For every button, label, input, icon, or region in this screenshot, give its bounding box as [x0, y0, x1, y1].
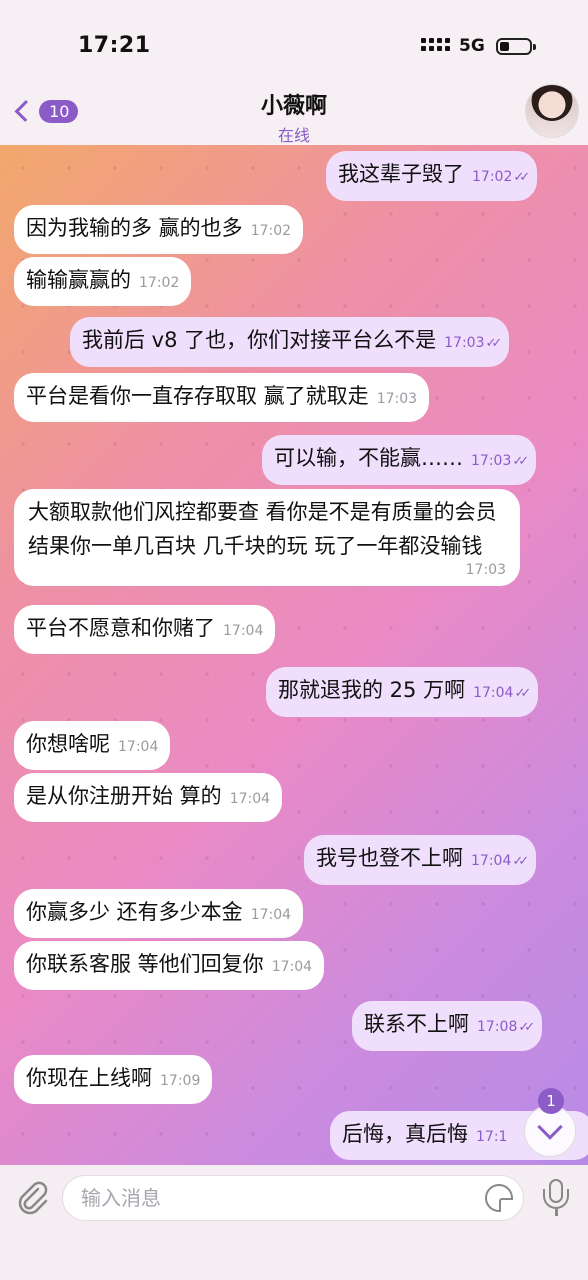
- message-bubble[interactable]: 我前后 v8 了也，你们对接平台么不是 17:03✓✓: [70, 317, 510, 367]
- message-time: 17:03: [471, 453, 512, 469]
- message-text: 你联系客服 等他们回复你: [26, 952, 264, 976]
- message-bubble[interactable]: 大额取款他们风控都要查 看你是不是有质量的会员 结果你一单几百块 几千块的玩 玩…: [14, 489, 520, 586]
- message-text: 输输赢赢的: [26, 268, 131, 292]
- mic-icon[interactable]: [540, 1177, 572, 1219]
- message-text: 我前后 v8 了也，你们对接平台么不是: [82, 328, 437, 352]
- message-bubble[interactable]: 平台不愿意和你赌了 17:04: [14, 605, 276, 654]
- message-text: 你想啥呢: [26, 732, 110, 756]
- message-time: 17:1: [476, 1129, 508, 1145]
- attach-icon[interactable]: [14, 1179, 50, 1215]
- read-check-icon: ✓✓: [512, 854, 529, 869]
- battery-icon: [496, 38, 536, 55]
- read-check-icon: ✓✓: [518, 1020, 535, 1035]
- message-bubble[interactable]: 你联系客服 等他们回复你 17:04: [14, 941, 325, 990]
- message-text: 那就退我的 25 万啊: [278, 678, 466, 702]
- message-text: 我这辈子毁了: [338, 162, 464, 186]
- message-text: 你现在上线啊: [26, 1066, 152, 1090]
- read-check-icon: ✓✓: [485, 336, 503, 351]
- message-text: 我号也登不上啊: [316, 846, 463, 870]
- message-time: 17:04: [118, 739, 159, 755]
- message-text: 大额取款他们风控都要查 看你是不是有质量的会员 结果你一单几百块 几千块的玩 玩…: [28, 500, 497, 558]
- message-text: 是从你注册开始 算的: [26, 784, 222, 808]
- message-time: 17:04: [471, 853, 512, 869]
- message-bubble[interactable]: 你现在上线啊 17:09: [14, 1055, 213, 1104]
- message-bubble[interactable]: 你赢多少 还有多少本金 17:04: [14, 889, 304, 938]
- contact-name: 小薇啊: [260, 94, 327, 119]
- top-bar: 17:21 5G 10 小薇啊 在线: [0, 0, 588, 145]
- message-bubble[interactable]: 平台是看你一直存存取取 赢了就取走 17:03: [14, 373, 430, 422]
- message-bubble[interactable]: 那就退我的 25 万啊 17:04✓✓: [266, 667, 539, 717]
- read-check-icon: ✓✓: [513, 170, 530, 185]
- message-time: 17:03: [444, 335, 485, 351]
- message-time: 17:08: [477, 1019, 518, 1035]
- status-time: 17:21: [78, 33, 151, 58]
- message-time: 17:04: [473, 685, 514, 701]
- signal-icon: [421, 38, 450, 51]
- message-list[interactable]: 我这辈子毁了 17:02✓✓ 因为我输的多 赢的也多 17:02 输输赢赢的 17:0…: [0, 145, 588, 1165]
- message-bubble[interactable]: 是从你注册开始 算的 17:04: [14, 773, 283, 822]
- message-time: 17:04: [271, 959, 313, 975]
- message-bubble[interactable]: 可以输，不能赢…… 17:03✓✓: [262, 435, 537, 485]
- message-input-box[interactable]: [62, 1175, 524, 1221]
- message-bubble[interactable]: 因为我输的多 赢的也多 17:02: [14, 205, 304, 254]
- message-text: 因为我输的多 赢的也多: [26, 216, 243, 240]
- chat-title-block[interactable]: 小薇啊 在线: [0, 88, 588, 146]
- message-bubble[interactable]: 我号也登不上啊 17:04✓✓: [304, 835, 537, 885]
- sticker-icon[interactable]: [485, 1184, 513, 1212]
- contact-status: 在线: [277, 126, 310, 145]
- avatar[interactable]: [525, 84, 579, 138]
- message-time: 17:03: [465, 562, 506, 578]
- composer-bar: [0, 1165, 588, 1280]
- chevron-down-icon: [537, 1114, 563, 1140]
- network-label: 5G: [459, 36, 485, 56]
- message-time: 17:02: [250, 223, 292, 239]
- message-time: 17:04: [229, 791, 271, 807]
- message-time: 17:02: [472, 169, 513, 185]
- message-bubble[interactable]: 我这辈子毁了 17:02✓✓: [326, 151, 538, 201]
- message-time: 17:02: [139, 275, 180, 291]
- message-time: 17:04: [223, 623, 264, 639]
- message-bubble[interactable]: 输输赢赢的 17:02: [14, 257, 192, 306]
- message-text: 可以输，不能赢……: [274, 446, 463, 470]
- message-input[interactable]: [81, 1176, 461, 1220]
- message-time: 17:03: [376, 391, 418, 407]
- message-text: 你赢多少 还有多少本金: [26, 900, 243, 924]
- message-text: 平台是看你一直存存取取 赢了就取走: [26, 384, 369, 408]
- message-text: 平台不愿意和你赌了: [26, 616, 215, 640]
- message-text: 联系不上啊: [364, 1012, 469, 1036]
- message-bubble[interactable]: 联系不上啊 17:08✓✓: [352, 1001, 543, 1051]
- read-check-icon: ✓✓: [512, 454, 529, 469]
- message-text: 后悔，真后悔: [342, 1122, 468, 1146]
- message-bubble[interactable]: 你想啥呢 17:04: [14, 721, 171, 770]
- read-check-icon: ✓✓: [514, 686, 531, 701]
- message-time: 17:04: [250, 907, 292, 923]
- unread-badge: 1: [538, 1088, 564, 1114]
- message-time: 17:09: [160, 1073, 201, 1089]
